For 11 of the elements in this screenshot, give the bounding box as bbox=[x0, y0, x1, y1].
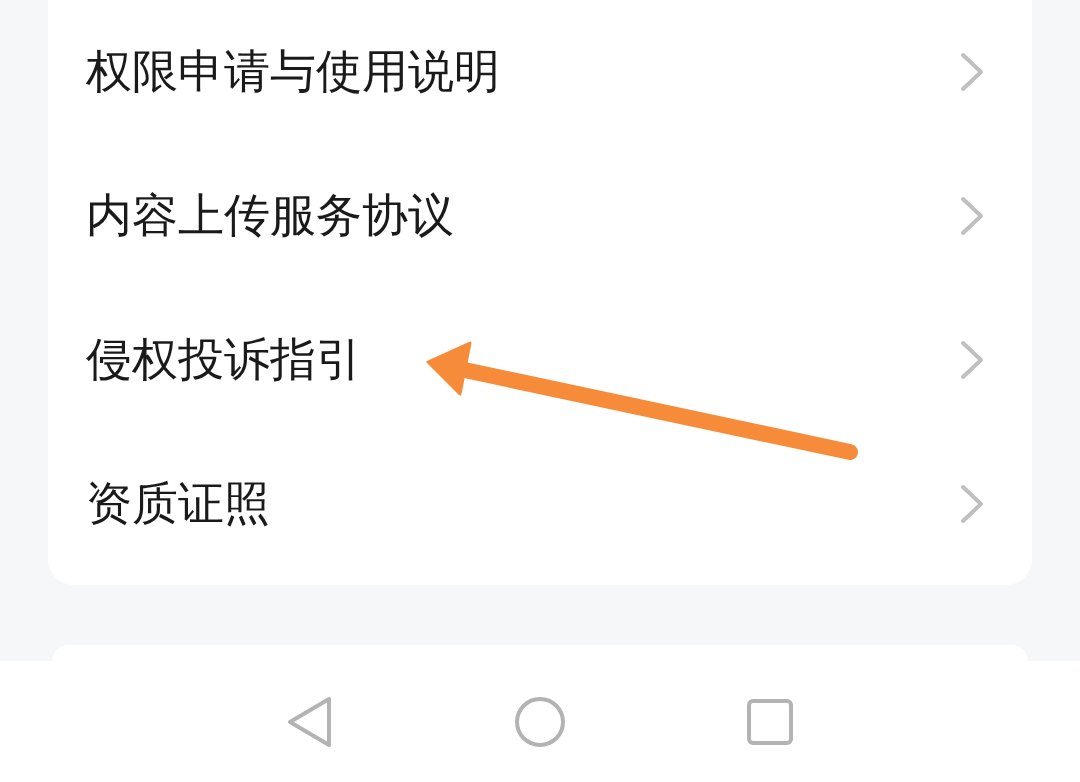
circle-icon bbox=[514, 695, 566, 748]
settings-item[interactable]: 内容上传服务协议 bbox=[48, 144, 1032, 288]
settings-item[interactable]: 权限申请与使用说明 bbox=[48, 0, 1032, 144]
chevron-right-icon bbox=[960, 196, 984, 236]
settings-item[interactable]: 侵权投诉指引 bbox=[48, 288, 1032, 432]
triangle-left-icon bbox=[287, 695, 333, 748]
chevron-right-icon bbox=[960, 52, 984, 92]
chevron-right-icon bbox=[960, 340, 984, 380]
square-icon bbox=[747, 698, 793, 745]
settings-item[interactable]: 资质证照 bbox=[48, 432, 1032, 576]
chevron-right-icon bbox=[960, 484, 984, 524]
